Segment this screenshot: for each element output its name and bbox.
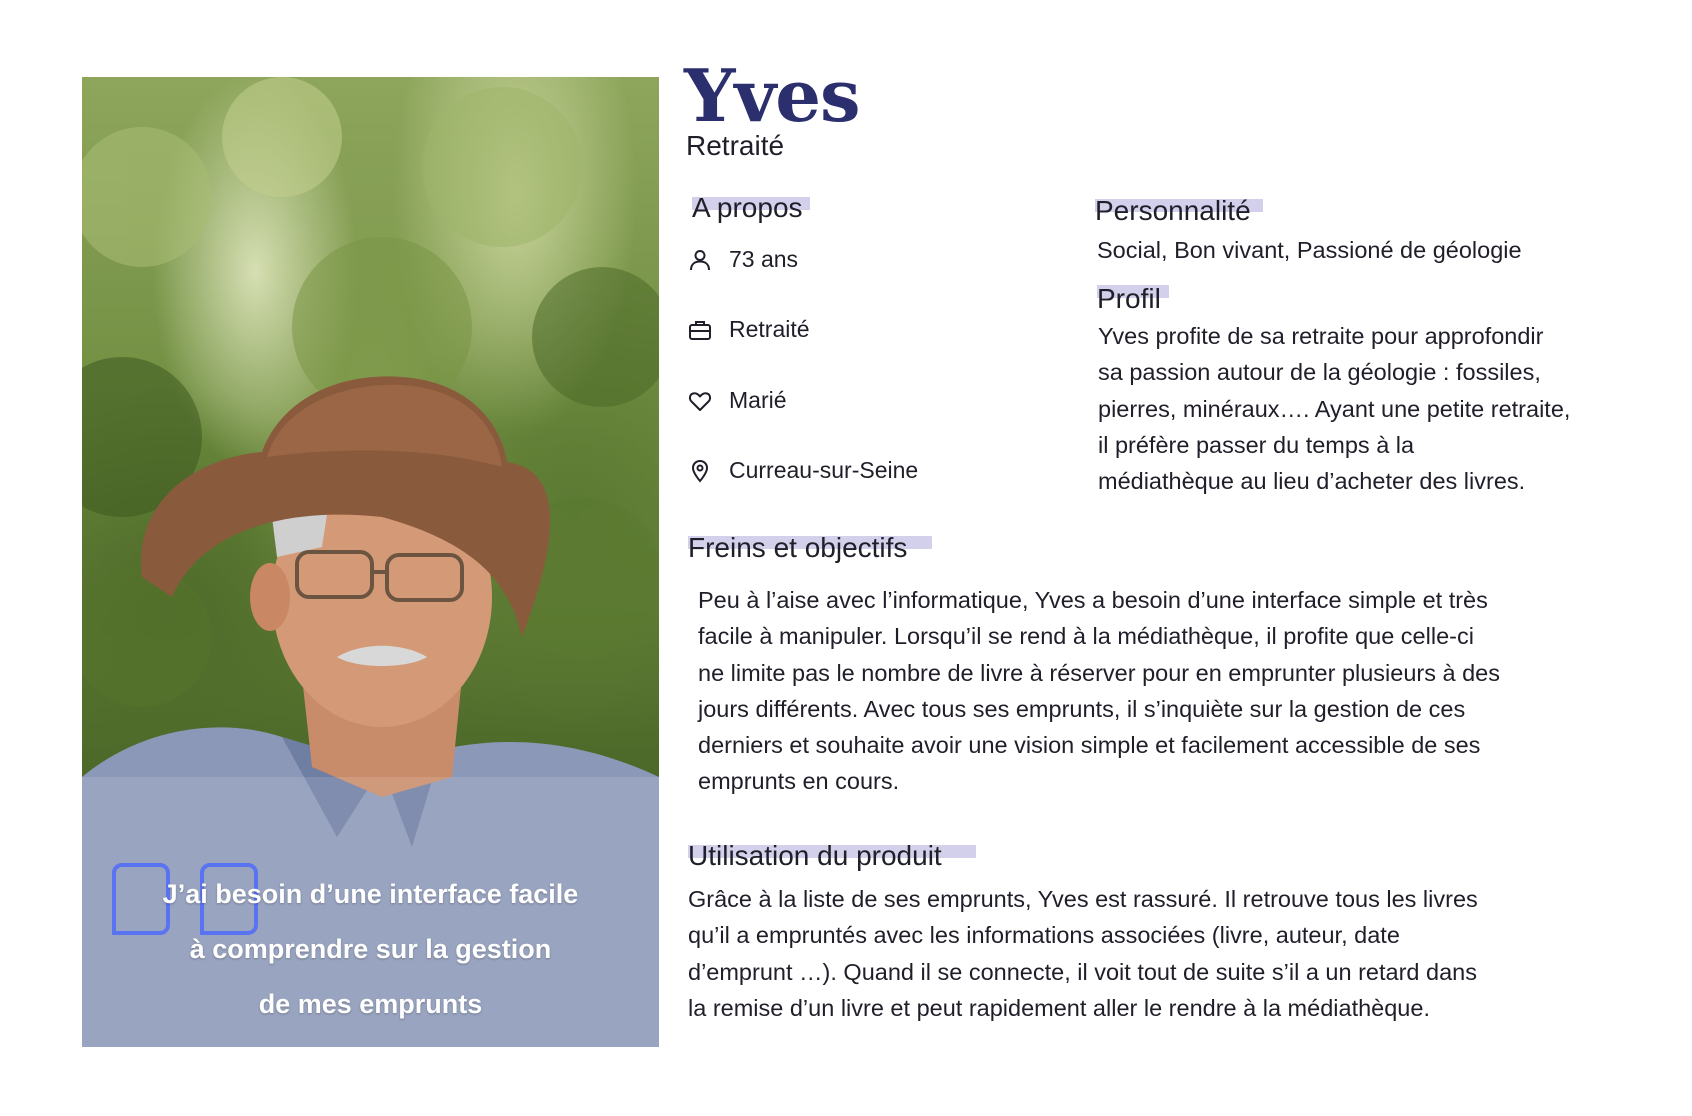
goals-line: jours différents. Avec tous ses emprunts…	[698, 695, 1466, 722]
about-item-age: 73 ans	[688, 246, 798, 273]
usage-line: d’emprunt …). Quand il se connecte, il v…	[688, 958, 1477, 985]
about-item-label: Retraité	[729, 316, 810, 342]
goals-line: Peu à l’aise avec l’informatique, Yves a…	[698, 587, 1488, 613]
persona-name: Yves	[684, 53, 861, 138]
persona-photo: J’ai besoin d’une interface facile à com…	[82, 77, 659, 1047]
goals-text: Peu à l’aise avec l’informatique, Yves a…	[698, 582, 1500, 800]
about-item-label: Curreau-sur-Seine	[729, 457, 919, 483]
personality-title: Personnalité	[1095, 195, 1251, 226]
goals-title: Freins et objectifs	[688, 532, 908, 563]
about-item-label: Marié	[729, 387, 787, 413]
heart-icon	[688, 391, 712, 411]
about-item-label: 73 ans	[729, 246, 799, 272]
goals-line: emprunts en cours.	[698, 768, 900, 795]
profile-line: sa passion autour de la géologie : fossi…	[1098, 359, 1541, 386]
goals-line: derniers et souhaite avoir une vision si…	[698, 732, 1481, 759]
location-pin-icon	[691, 459, 709, 483]
profile-line: il préfère passer du temps à la	[1098, 431, 1415, 458]
goals-line: ne limite pas le nombre de livre à réser…	[698, 659, 1501, 686]
usage-line: Grâce à la liste de ses emprunts, Yves e…	[688, 886, 1478, 912]
quote-line: J’ai besoin d’une interface facile	[162, 879, 579, 909]
person-icon	[690, 249, 710, 270]
profile-line: Yves profite de sa retraite pour approfo…	[1098, 323, 1544, 349]
about-title: A propos	[692, 192, 803, 223]
briefcase-icon	[689, 320, 711, 340]
usage-line: qu’il a empruntés avec les informations …	[688, 922, 1400, 949]
profile-title: Profil	[1097, 283, 1161, 314]
quote-line: à comprendre sur la gestion	[189, 934, 552, 964]
goals-line: facile à manipuler. Lorsqu’il se rend à …	[698, 623, 1474, 650]
persona-role: Retraité	[686, 130, 785, 161]
usage-text: Grâce à la liste de ses emprunts, Yves e…	[688, 881, 1478, 1026]
about-item-status: Marié	[688, 387, 787, 414]
profile-line: pierres, minéraux…. Ayant une petite ret…	[1098, 395, 1571, 422]
about-item-location: Curreau-sur-Seine	[688, 457, 918, 484]
quote-line: de mes emprunts	[258, 989, 483, 1019]
about-item-job: Retraité	[688, 316, 810, 343]
usage-title: Utilisation du produit	[688, 840, 942, 871]
usage-line: la remise d’un livre et peut rapidement …	[688, 994, 1430, 1021]
personality-text: Social, Bon vivant, Passioné de géologie	[1097, 237, 1522, 263]
profile-line: médiathèque au lieu d’acheter des livres…	[1098, 468, 1526, 495]
profile-text: Yves profite de sa retraite pour approfo…	[1098, 318, 1570, 499]
persona-quote: J’ai besoin d’une interface facile à com…	[82, 867, 659, 1032]
